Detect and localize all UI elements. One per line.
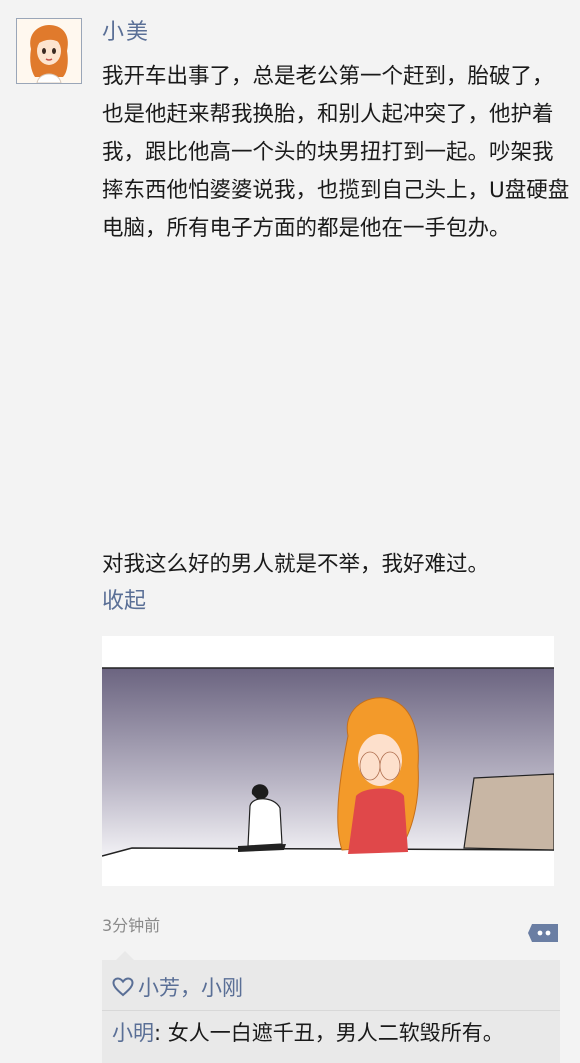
- collapse-link[interactable]: 收起: [102, 586, 146, 618]
- comment-bubble-icon: [528, 924, 558, 942]
- post-timestamp: 3分钟前: [102, 916, 161, 935]
- heart-icon: [112, 977, 134, 997]
- post-text-ending: 对我这么好的男人就是不举，我好难过。: [102, 552, 490, 577]
- like-separator: ，: [180, 976, 201, 1000]
- avatar-girl-icon: [17, 19, 81, 83]
- post-author-name[interactable]: 小美: [102, 18, 150, 48]
- feedback-panel: 小芳 ， 小刚 小明: 女人一白遮千丑，男人二软毁所有。: [102, 951, 560, 1063]
- comment-colon: :: [154, 1021, 162, 1045]
- post-text: 我开车出事了，总是老公第一个赶到，胎破了，也是他赶来帮我换胎，和别人起冲突了，他…: [102, 64, 570, 241]
- comment-author[interactable]: 小明: [112, 1021, 154, 1045]
- divider: [102, 1010, 560, 1011]
- comment-button[interactable]: [526, 922, 560, 946]
- like-user-name[interactable]: 小刚: [201, 972, 243, 1002]
- comment-item[interactable]: 小明: 女人一白遮千丑，男人二软毁所有。: [112, 1016, 504, 1050]
- comment-text: 女人一白遮千丑，男人二软毁所有。: [167, 1021, 504, 1045]
- avatar[interactable]: [16, 18, 82, 84]
- post-image[interactable]: [102, 636, 554, 886]
- comic-illustration: [102, 636, 554, 886]
- like-user-name[interactable]: 小芳: [138, 972, 180, 1002]
- feedback-caret: [116, 951, 134, 960]
- likes-row: 小芳 ， 小刚: [112, 970, 243, 1004]
